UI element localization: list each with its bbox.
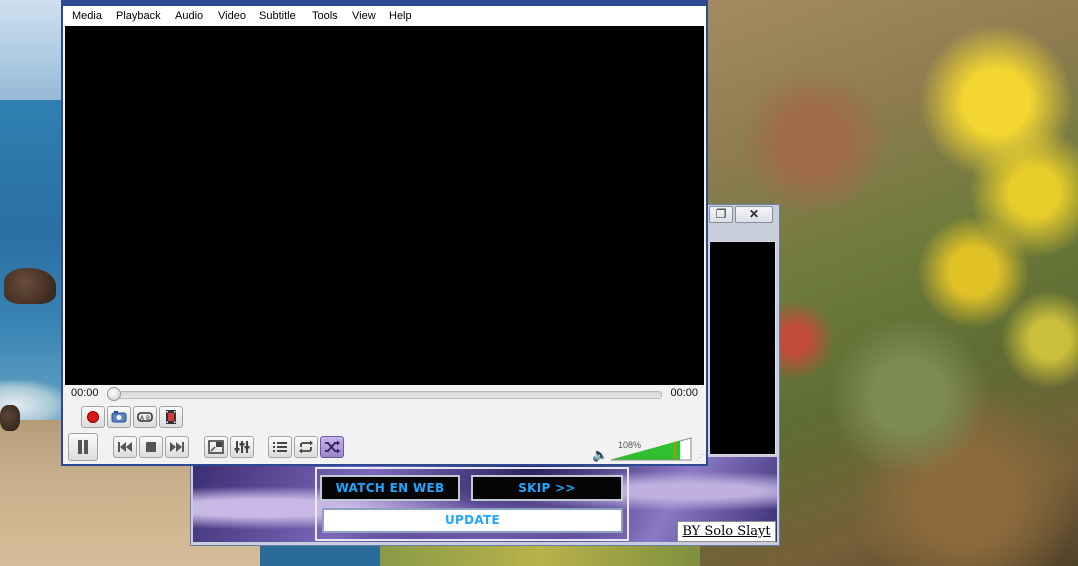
menu-video[interactable]: Video <box>218 8 246 24</box>
wallpaper-rock <box>0 405 20 431</box>
seek-handle[interactable] <box>107 387 121 401</box>
next-icon <box>170 442 184 452</box>
vlc-window: Media Playback Audio Video Subtitle Tool… <box>61 0 708 466</box>
random-button[interactable] <box>320 436 344 458</box>
menu-media[interactable]: Media <box>72 8 102 24</box>
playlist-button[interactable] <box>268 436 292 458</box>
menu-audio[interactable]: Audio <box>175 8 203 24</box>
menu-subtitle[interactable]: Subtitle <box>259 8 296 24</box>
frame-by-frame-button[interactable] <box>159 406 183 428</box>
installer-titlebar-controls: ❐ ✕ <box>709 205 779 225</box>
camera-icon <box>111 411 127 423</box>
credit-label: BY Solo Slayt <box>677 521 776 542</box>
watch-en-web-button[interactable]: WATCH EN WEB <box>320 475 460 501</box>
previous-button[interactable] <box>113 436 137 458</box>
stop-icon <box>146 442 156 452</box>
seek-bar-area: 00:00 00:00 <box>63 386 706 404</box>
frame-step-icon <box>166 410 176 424</box>
previous-icon <box>118 442 132 452</box>
menu-help[interactable]: Help <box>389 8 412 24</box>
volume-slider[interactable] <box>611 437 693 461</box>
loop-button[interactable] <box>294 436 318 458</box>
fullscreen-icon <box>208 440 224 454</box>
elapsed-time: 00:00 <box>71 387 99 399</box>
record-icon <box>87 411 99 423</box>
restore-button[interactable]: ❐ <box>709 206 733 223</box>
menu-view[interactable]: View <box>352 8 376 24</box>
shuffle-icon <box>325 440 340 454</box>
loop-icon <box>299 440 313 454</box>
resize-grip[interactable]: ⋰ <box>696 453 704 462</box>
stop-button[interactable] <box>139 436 163 458</box>
equalizer-icon <box>234 441 250 453</box>
wallpaper-rock <box>4 268 56 304</box>
menu-tools[interactable]: Tools <box>312 8 338 24</box>
playlist-icon <box>273 442 287 452</box>
total-time: 00:00 <box>670 387 698 399</box>
extended-settings-button[interactable] <box>230 436 254 458</box>
close-button[interactable]: ✕ <box>735 206 773 223</box>
loop-ab-icon: AB <box>137 412 153 422</box>
snapshot-button[interactable] <box>107 406 131 428</box>
pause-button[interactable] <box>68 433 98 461</box>
menu-playback[interactable]: Playback <box>116 8 161 24</box>
video-area[interactable] <box>65 26 704 385</box>
skip-button[interactable]: SKIP >> <box>471 475 623 501</box>
update-button[interactable]: UPDATE <box>322 508 623 533</box>
loop-ab-button[interactable]: AB <box>133 406 157 428</box>
installer-preview-panel <box>709 241 776 455</box>
seek-bar[interactable] <box>108 391 662 399</box>
fullscreen-button[interactable] <box>204 436 228 458</box>
menu-bar: Media Playback Audio Video Subtitle Tool… <box>63 0 706 26</box>
next-button[interactable] <box>165 436 189 458</box>
record-button[interactable] <box>81 406 105 428</box>
pause-icon <box>78 440 88 454</box>
svg-text:B: B <box>146 415 150 422</box>
speaker-icon[interactable]: 🔈 <box>592 447 608 463</box>
